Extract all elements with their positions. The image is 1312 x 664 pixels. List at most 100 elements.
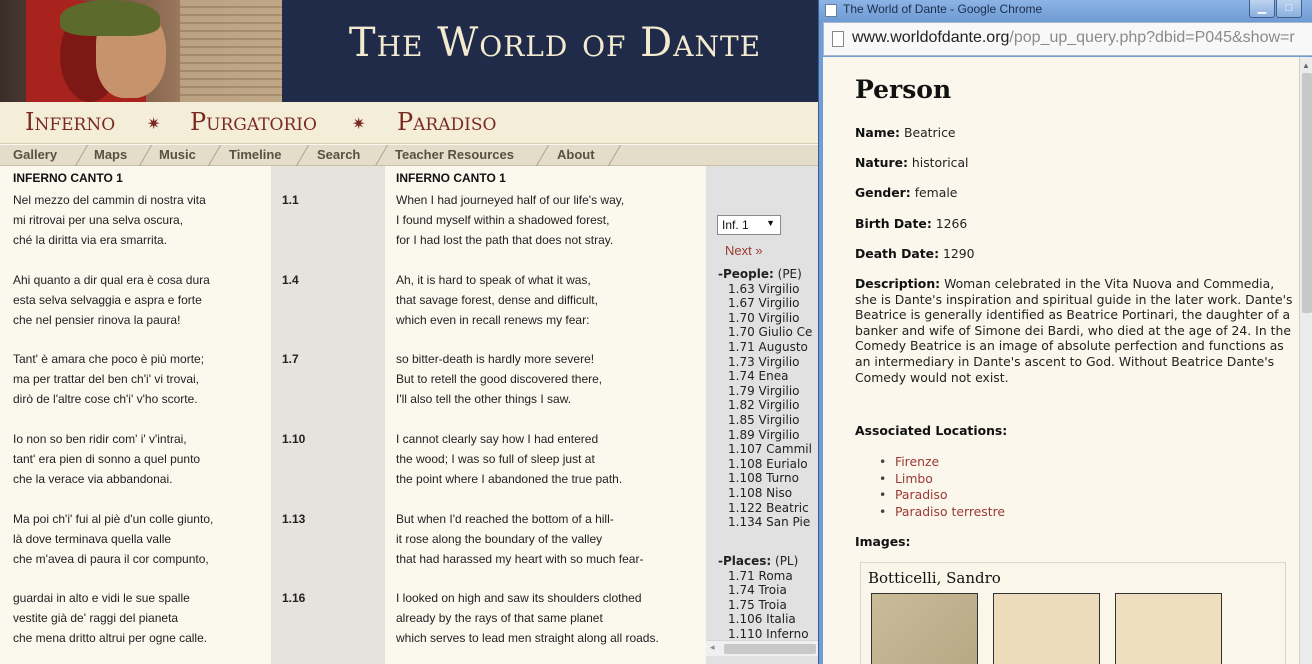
english-tercet: I cannot clearly say how I had entered th… (396, 429, 622, 489)
location-link[interactable]: Paradiso (879, 487, 1005, 504)
url-path: /pop_up_query.php?dbid=P045&show=r (1009, 29, 1295, 46)
italian-line: Ahi quanto a dir qual era è cosa dura (13, 273, 210, 287)
scrollbar-thumb[interactable] (1302, 73, 1312, 313)
english-line: for I had lost the path that does not st… (396, 233, 614, 247)
realm-link-inferno[interactable]: Inferno (25, 108, 115, 136)
gallery-thumbnail[interactable] (1115, 593, 1222, 664)
minimize-button[interactable]: ▁ (1249, 0, 1275, 18)
dropdown-arrow-icon: ▼ (766, 218, 775, 228)
description-field: Description: Woman celebrated in the Vit… (855, 276, 1295, 385)
location-link[interactable]: Paradiso terrestre (879, 504, 1005, 521)
window-titlebar[interactable]: The World of Dante - Google Chrome ▁ □ (819, 0, 1312, 22)
canto-select[interactable]: Inf. 1 ▼ (717, 215, 781, 235)
people-reference-link[interactable]: 1.108 Niso (718, 486, 818, 501)
realm-link-paradiso[interactable]: Paradiso (397, 108, 496, 136)
line-number: 1.16 (282, 591, 306, 605)
people-reference-link[interactable]: 1.63 Virgilio (718, 282, 818, 297)
people-reference-link[interactable]: 1.73 Virgilio (718, 355, 818, 370)
place-reference-link[interactable]: 1.71 Roma (718, 569, 818, 584)
italian-line: ma per trattar del ben ch'i' vi trovai, (13, 372, 199, 386)
place-reference-link[interactable]: 1.74 Troia (718, 583, 818, 598)
nature-label: Nature: (855, 155, 908, 170)
nav-gallery[interactable]: Gallery (13, 147, 57, 162)
name-field: Name: Beatrice (855, 125, 1295, 141)
nav-teacher-resources[interactable]: Teacher Resources (395, 147, 514, 162)
italian-line: che la verace via abbandonai. (13, 472, 173, 486)
people-reference-link[interactable]: 1.74 Enea (718, 369, 818, 384)
death-date-value: 1290 (943, 246, 975, 261)
nav-music[interactable]: Music (159, 147, 196, 162)
italian-line: dirò de l'altre cose ch'i' v'ho scorte. (13, 392, 198, 406)
italian-line: mi ritrovai per una selva oscura, (13, 213, 184, 227)
people-reference-link[interactable]: 1.107 Cammil (718, 442, 818, 457)
people-reference-link[interactable]: 1.89 Virgilio (718, 428, 818, 443)
people-reference-link[interactable]: 1.85 Virgilio (718, 413, 818, 428)
people-reference-link[interactable]: 1.134 San Pie (718, 515, 818, 530)
location-link[interactable]: Limbo (879, 471, 1005, 488)
people-reference-link[interactable]: 1.79 Virgilio (718, 384, 818, 399)
death-date-field: Death Date: 1290 (855, 246, 1295, 262)
italian-canto-heading: INFERNO CANTO 1 (13, 171, 123, 185)
nav-divider (207, 145, 222, 166)
next-canto-link[interactable]: Next » (725, 243, 763, 258)
places-code: (PL) (775, 554, 799, 568)
people-reference-link[interactable]: 1.70 Virgilio (718, 311, 818, 326)
associated-locations-heading: Associated Locations: (855, 423, 1008, 438)
nav-divider (535, 145, 550, 166)
italian-line: Ma poi ch'i' fui al piè d'un colle giunt… (13, 512, 214, 526)
people-reference-link[interactable]: 1.71 Augusto (718, 340, 818, 355)
realm-link-purgatorio[interactable]: Purgatorio (190, 108, 317, 136)
page-icon (832, 31, 844, 47)
horizontal-scrollbar[interactable]: ◂ (706, 640, 818, 656)
nav-maps[interactable]: Maps (94, 147, 127, 162)
maximize-button[interactable]: □ (1276, 0, 1302, 18)
site-banner: The World of Dante (0, 0, 818, 102)
nature-value: historical (911, 155, 969, 170)
english-line: which even in recall renews my fear: (396, 313, 590, 327)
english-line: But to retell the good discovered there, (396, 372, 603, 386)
people-label: -People: (718, 267, 774, 281)
people-reference-link[interactable]: 1.82 Virgilio (718, 398, 818, 413)
window-title: The World of Dante - Google Chrome (843, 2, 1043, 16)
english-line: already by the rays of that same planet (396, 611, 603, 625)
people-reference-link[interactable]: 1.108 Eurialo (718, 457, 818, 472)
scroll-left-icon[interactable]: ◂ (710, 642, 715, 653)
gender-label: Gender: (855, 185, 911, 200)
description-text: Woman celebrated in the Vita Nuova and C… (855, 276, 1293, 385)
english-tercet: But when I'd reached the bottom of a hil… (396, 509, 643, 569)
people-reference-link[interactable]: 1.122 Beatric (718, 501, 818, 516)
nav-search[interactable]: Search (317, 147, 360, 162)
nav-timeline[interactable]: Timeline (229, 147, 282, 162)
nav-divider (74, 145, 89, 166)
popup-browser-window: The World of Dante - Google Chrome ▁ □ w… (818, 0, 1312, 664)
nav-about[interactable]: About (557, 147, 595, 162)
vertical-scrollbar[interactable]: ▲ (1299, 57, 1312, 664)
scroll-up-icon[interactable]: ▲ (1302, 61, 1310, 70)
italian-tercet: Ahi quanto a dir qual era è cosa dura est… (13, 270, 210, 330)
english-line: which serves to lead men straight along … (396, 631, 659, 645)
location-link[interactable]: Firenze (879, 454, 1005, 471)
place-reference-link[interactable]: 1.106 Italia (718, 612, 818, 627)
people-reference-link[interactable]: 1.70 Giulio Ce (718, 325, 818, 340)
gallery-thumbnail[interactable] (871, 593, 978, 664)
italian-line: vestite già de' raggi del pianeta (13, 611, 179, 625)
popup-content: Person Name: Beatrice Nature: historical… (823, 57, 1299, 664)
people-reference-link[interactable]: 1.108 Turno (718, 471, 818, 486)
place-reference-link[interactable]: 1.75 Troia (718, 598, 818, 613)
realm-nav: Inferno ✷ Purgatorio ✷ Paradiso (0, 102, 818, 144)
english-line: so bitter-death is hardly more severe! (396, 352, 595, 366)
italian-line: là dove terminava quella valle (13, 532, 172, 546)
address-bar[interactable]: www.worldofdante.org/pop_up_query.php?db… (823, 22, 1312, 56)
image-gallery: Botticelli, Sandro (860, 562, 1286, 664)
line-number: 1.1 (282, 193, 299, 207)
url-text[interactable]: www.worldofdante.org/pop_up_query.php?db… (852, 29, 1295, 47)
name-label: Name: (855, 125, 901, 140)
line-number: 1.7 (282, 352, 299, 366)
gallery-thumbnail[interactable] (993, 593, 1100, 664)
english-line: the wood; I was so full of sleep just at (396, 452, 595, 466)
english-line: I'll also tell the other things I saw. (396, 392, 572, 406)
people-code: (PE) (777, 267, 802, 281)
places-list: 1.71 Roma 1.74 Troia 1.75 Troia 1.106 Itali… (718, 569, 818, 642)
scrollbar-thumb[interactable] (724, 644, 816, 654)
people-reference-link[interactable]: 1.67 Virgilio (718, 296, 818, 311)
